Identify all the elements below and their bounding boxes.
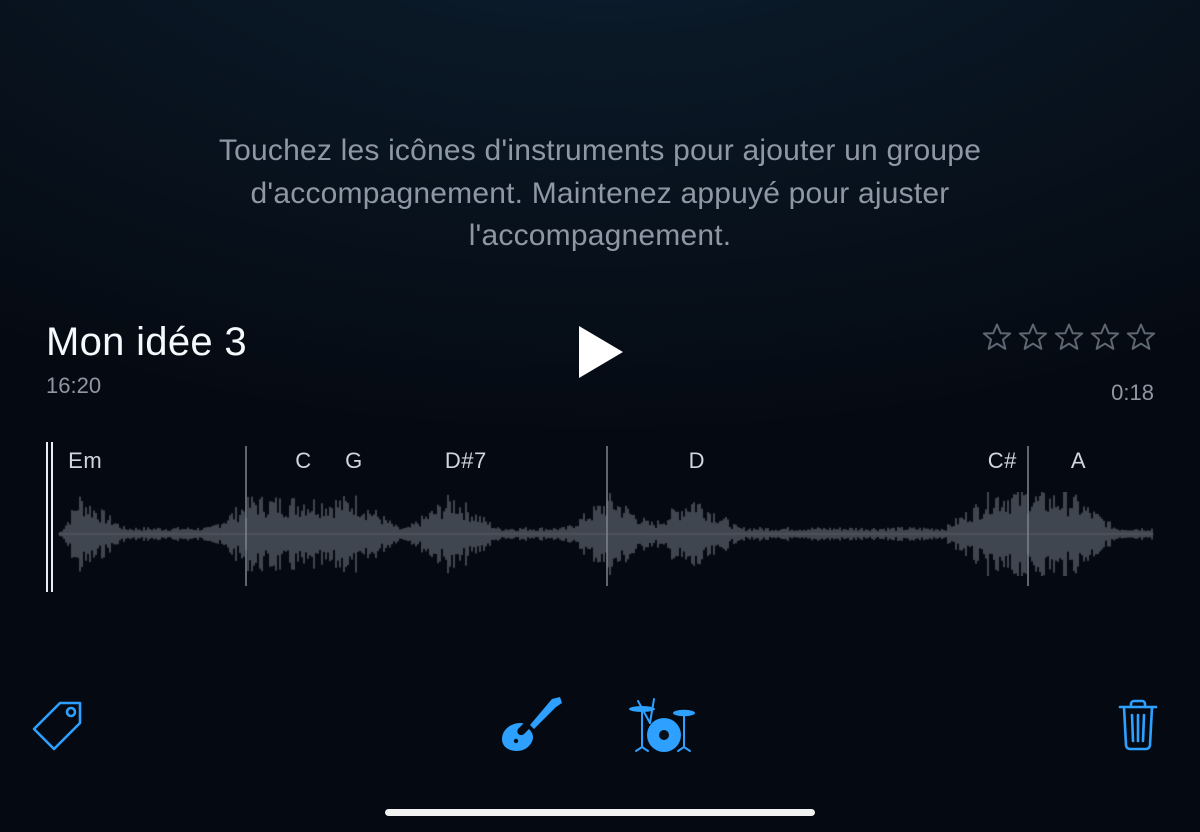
- chord-label: D: [689, 448, 705, 474]
- star-icon[interactable]: [982, 322, 1012, 352]
- star-icon[interactable]: [1090, 322, 1120, 352]
- track-title[interactable]: Mon idée 3: [46, 320, 247, 365]
- instruction-text: Touchez les icônes d'instruments pour aj…: [0, 130, 1200, 258]
- chord-label: A: [1071, 448, 1086, 474]
- chord-label: G: [345, 448, 363, 474]
- tag-button[interactable]: [30, 697, 84, 756]
- star-icon[interactable]: [1054, 322, 1084, 352]
- waveform-canvas[interactable]: [58, 492, 1154, 576]
- drums-icon: [628, 695, 700, 758]
- drums-button[interactable]: [628, 695, 700, 758]
- play-button[interactable]: [577, 326, 623, 378]
- tag-icon: [30, 697, 84, 756]
- toolbar: [20, 696, 1160, 756]
- chord-label: C#: [988, 448, 1017, 474]
- duration: 0:18: [1111, 380, 1154, 406]
- chord-label: D#7: [445, 448, 487, 474]
- guitar-icon: [500, 695, 564, 758]
- star-icon[interactable]: [1126, 322, 1156, 352]
- play-icon: [577, 326, 623, 378]
- delete-button[interactable]: [1116, 697, 1160, 756]
- bass-guitar-button[interactable]: [500, 695, 564, 758]
- trash-icon: [1116, 697, 1160, 756]
- star-icon[interactable]: [1018, 322, 1048, 352]
- chord-label: Em: [68, 448, 102, 474]
- home-indicator[interactable]: [385, 809, 815, 816]
- timestamp: 16:20: [46, 373, 247, 399]
- rating-control[interactable]: [982, 322, 1156, 352]
- chord-label: C: [295, 448, 311, 474]
- waveform-region[interactable]: EmCGD#7DC#A: [46, 452, 1154, 607]
